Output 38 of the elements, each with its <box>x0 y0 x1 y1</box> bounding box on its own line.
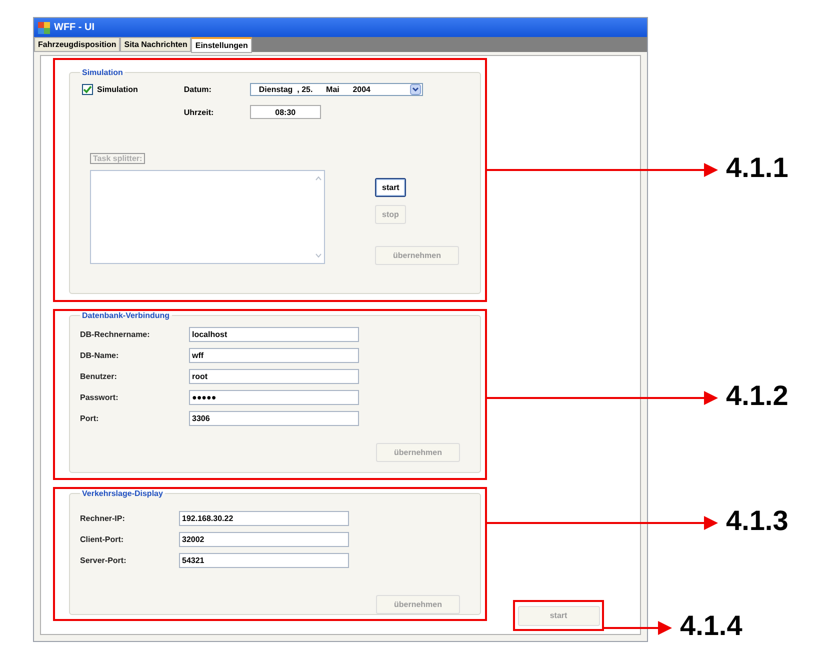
date-picker[interactable]: Dienstag , 25. Mai 2004 <box>250 83 423 96</box>
window-title: WFF - UI <box>54 22 95 33</box>
field-label: Client-Port: <box>80 535 125 544</box>
field-label: Uhrzeit: <box>184 108 215 116</box>
group-title: Verkehrslage-Display <box>81 489 164 498</box>
annotation-label: 4.1.1 <box>726 152 788 184</box>
group-title: Simulation <box>81 68 124 77</box>
field-label: DB-Name: <box>80 351 120 360</box>
sim-button[interactable]: start <box>375 178 406 197</box>
annotation-label: 4.1.3 <box>726 505 788 537</box>
group-title: Datenbank-Verbindung <box>81 311 171 320</box>
tab[interactable]: Einstellungen <box>191 37 252 53</box>
field-label: Datum: <box>184 85 212 94</box>
app-icon <box>38 22 50 34</box>
field-label: Port: <box>80 414 100 423</box>
field-label: Benutzer: <box>80 372 118 381</box>
input-field[interactable]: 32002 <box>179 532 349 547</box>
task-splitter-label: Task splitter: <box>90 153 146 164</box>
input-field[interactable]: localhost <box>189 327 359 342</box>
text-area[interactable] <box>90 170 325 264</box>
time-field[interactable]: 08:30 <box>250 105 321 119</box>
input-field[interactable]: root <box>189 369 359 384</box>
field-label: Server-Port: <box>80 556 128 565</box>
dropdown-icon[interactable] <box>410 84 421 95</box>
check-icon <box>83 84 92 94</box>
tab[interactable]: Fahrzeugdisposition <box>34 37 120 52</box>
simulation-checkbox[interactable]: Simulation <box>82 83 138 95</box>
field-label: Passwort: <box>80 393 120 402</box>
field-label: Rechner-IP: <box>80 514 126 523</box>
field-label: DB-Rechnername: <box>80 330 151 339</box>
tab[interactable]: Sita Nachrichten <box>120 37 192 52</box>
input-field[interactable]: wff <box>189 348 359 363</box>
input-field[interactable]: 3306 <box>189 411 359 426</box>
input-field[interactable]: 192.168.30.22 <box>179 511 349 526</box>
input-field[interactable]: ●●●●● <box>189 390 359 405</box>
annotation-label: 4.1.2 <box>726 380 788 412</box>
annotation-label: 4.1.4 <box>680 610 742 642</box>
input-field[interactable]: 54321 <box>179 553 349 568</box>
